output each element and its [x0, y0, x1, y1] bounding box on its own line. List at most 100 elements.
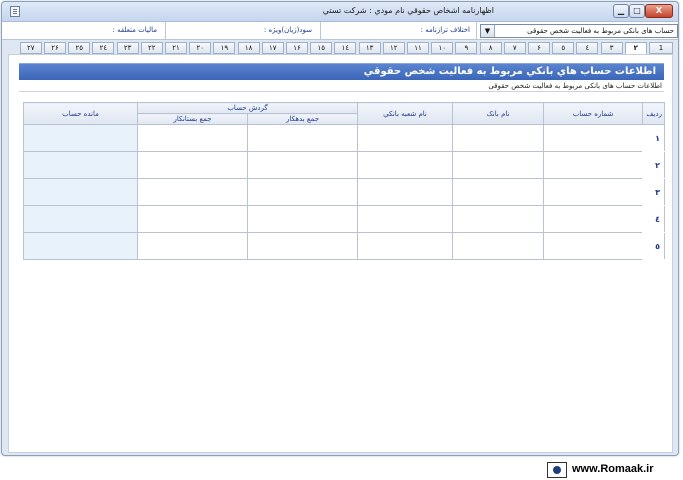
tab-5[interactable]: ٥	[552, 42, 575, 54]
cell-debit-total[interactable]	[247, 232, 359, 260]
cell-account-number[interactable]	[543, 124, 644, 152]
cell-balance[interactable]	[23, 124, 138, 152]
column-header-credit-total[interactable]: جمع بستانکار	[136, 113, 249, 125]
tab-21[interactable]: ٢١	[165, 42, 187, 54]
table-row: ٥	[23, 232, 666, 260]
cell-balance[interactable]	[23, 151, 138, 179]
tab-12[interactable]: ١٢	[382, 42, 405, 54]
tab-8[interactable]: ٨	[479, 42, 502, 54]
field-separator	[165, 22, 166, 40]
column-header-debit-total[interactable]: جمع بدهکار	[247, 113, 359, 125]
column-header-row: رديف	[642, 102, 666, 125]
page-tabs: 1 ٢ ٣ ٤ ٥ ۶ ٧ ٨ ٩ ١٠ ١١ ١٢ ١٣ ١٤ ١٥ ١۶ ١٧ ١٨ ١٩ ٢٠ ٢١ ٢٢ ٢٣ ٢٤ ٢…	[7, 42, 673, 55]
cell-branch-name[interactable]	[357, 124, 454, 152]
tab-23[interactable]: ٢٣	[116, 42, 139, 54]
tab-11[interactable]: ١١	[407, 42, 429, 54]
column-header-account-number[interactable]: شماره حساب	[543, 102, 644, 125]
romaak-logo-icon	[547, 462, 567, 478]
balance-diff-label: اختلاف ترازنامه :	[420, 26, 470, 34]
row-number: ٣	[642, 178, 666, 206]
column-header-bank-name[interactable]: نام بانک	[452, 102, 545, 125]
tab-13[interactable]: ١٣	[358, 42, 381, 54]
chevron-down-icon[interactable]: ▼	[481, 25, 495, 37]
cell-balance[interactable]	[23, 178, 138, 206]
cell-debit-total[interactable]	[247, 205, 359, 233]
cell-balance[interactable]	[23, 205, 138, 233]
cell-bank-name[interactable]	[452, 178, 545, 206]
cell-debit-total[interactable]	[247, 151, 359, 179]
main-window: اظهارنامه اشخاص حقوقي نام مودي : شرکت تس…	[1, 1, 679, 456]
section-select-value: حساب های بانکی مربوط به فعالیت شخص حقوقی	[527, 27, 674, 35]
cell-account-number[interactable]	[543, 178, 644, 206]
cell-credit-total[interactable]	[136, 151, 249, 179]
cell-branch-name[interactable]	[357, 232, 454, 260]
cell-debit-total[interactable]	[247, 124, 359, 152]
cell-credit-total[interactable]	[136, 232, 249, 260]
column-header-balance[interactable]: مانده حساب	[23, 102, 138, 125]
tab-19[interactable]: ١٩	[213, 42, 236, 54]
cell-balance[interactable]	[23, 232, 138, 260]
cell-bank-name[interactable]	[452, 205, 545, 233]
cell-debit-total[interactable]	[247, 178, 359, 206]
tab-26[interactable]: ٢۶	[44, 42, 66, 54]
cell-bank-name[interactable]	[452, 232, 545, 260]
tab-6[interactable]: ۶	[528, 42, 550, 54]
site-url: www.Romaak.ir	[572, 463, 654, 475]
row-number: ٥	[642, 232, 666, 260]
tab-20[interactable]: ٢٠	[189, 42, 212, 54]
tab-7[interactable]: ٧	[503, 42, 526, 54]
cell-credit-total[interactable]	[136, 205, 249, 233]
column-group-turnover: گردش حساب	[136, 102, 359, 114]
cell-account-number[interactable]	[543, 205, 644, 233]
tab-14[interactable]: ١٤	[334, 42, 357, 54]
window-form-icon	[10, 6, 20, 17]
net-profit-label: سود(زيان)ويژه :	[263, 26, 312, 34]
minimize-button[interactable]: ▁	[613, 4, 629, 18]
tab-24[interactable]: ٢٤	[92, 42, 115, 54]
tab-22[interactable]: ٢٢	[140, 42, 163, 54]
tab-17[interactable]: ١٧	[261, 42, 284, 54]
tab-18[interactable]: ١٨	[237, 42, 260, 54]
bank-accounts-table: رديف شماره حساب نام بانک نام شعبه بانکي …	[23, 102, 666, 260]
cell-branch-name[interactable]	[357, 205, 454, 233]
tab-3[interactable]: ٣	[600, 42, 623, 54]
table-row: ١	[23, 124, 666, 152]
cell-credit-total[interactable]	[136, 124, 249, 152]
cell-bank-name[interactable]	[452, 151, 545, 179]
field-separator	[320, 22, 321, 40]
cell-account-number[interactable]	[543, 232, 644, 260]
tab-25[interactable]: ٢٥	[68, 42, 91, 54]
table-row: ٢	[23, 151, 666, 179]
section-select[interactable]: ▼ حساب های بانکی مربوط به فعالیت شخص حقو…	[480, 24, 678, 38]
tab-15[interactable]: ١٥	[310, 42, 333, 54]
site-watermark: www.Romaak.ir	[547, 461, 681, 479]
tab-4[interactable]: ٤	[576, 42, 599, 54]
section-subtitle: اطلاعات حساب های بانکی مربوط به فعالیت ش…	[488, 82, 662, 90]
cell-branch-name[interactable]	[357, 178, 454, 206]
tab-10[interactable]: ١٠	[431, 42, 454, 54]
row-number: ٤	[642, 205, 666, 233]
window-title: اظهارنامه اشخاص حقوقي نام مودي : شرکت تس…	[322, 6, 494, 15]
title-bar: اظهارنامه اشخاص حقوقي نام مودي : شرکت تس…	[2, 2, 678, 22]
tab-27[interactable]: ٢٧	[19, 42, 42, 54]
table-row: ٣	[23, 178, 666, 206]
content-panel: اطلاعات حساب هاي بانکي مربوط به فعاليت ش…	[8, 54, 673, 453]
column-header-branch-name[interactable]: نام شعبه بانکي	[357, 102, 454, 125]
maximize-button[interactable]: □	[629, 4, 645, 18]
tab-1[interactable]: 1	[649, 42, 673, 54]
cell-branch-name[interactable]	[357, 151, 454, 179]
table-row: ٤	[23, 205, 666, 233]
tab-9[interactable]: ٩	[455, 42, 478, 54]
divider	[19, 91, 664, 92]
tax-due-label: ماليات متعلقه :	[112, 26, 157, 34]
cell-account-number[interactable]	[543, 151, 644, 179]
close-button[interactable]: X	[645, 4, 673, 18]
row-number: ٢	[642, 151, 666, 179]
tab-16[interactable]: ١۶	[286, 42, 308, 54]
section-title: اطلاعات حساب هاي بانکي مربوط به فعاليت ش…	[363, 66, 656, 77]
cell-bank-name[interactable]	[452, 124, 545, 152]
section-header: اطلاعات حساب هاي بانکي مربوط به فعاليت ش…	[19, 63, 664, 80]
row-number: ١	[642, 124, 666, 152]
field-separator	[476, 22, 477, 40]
cell-credit-total[interactable]	[136, 178, 249, 206]
